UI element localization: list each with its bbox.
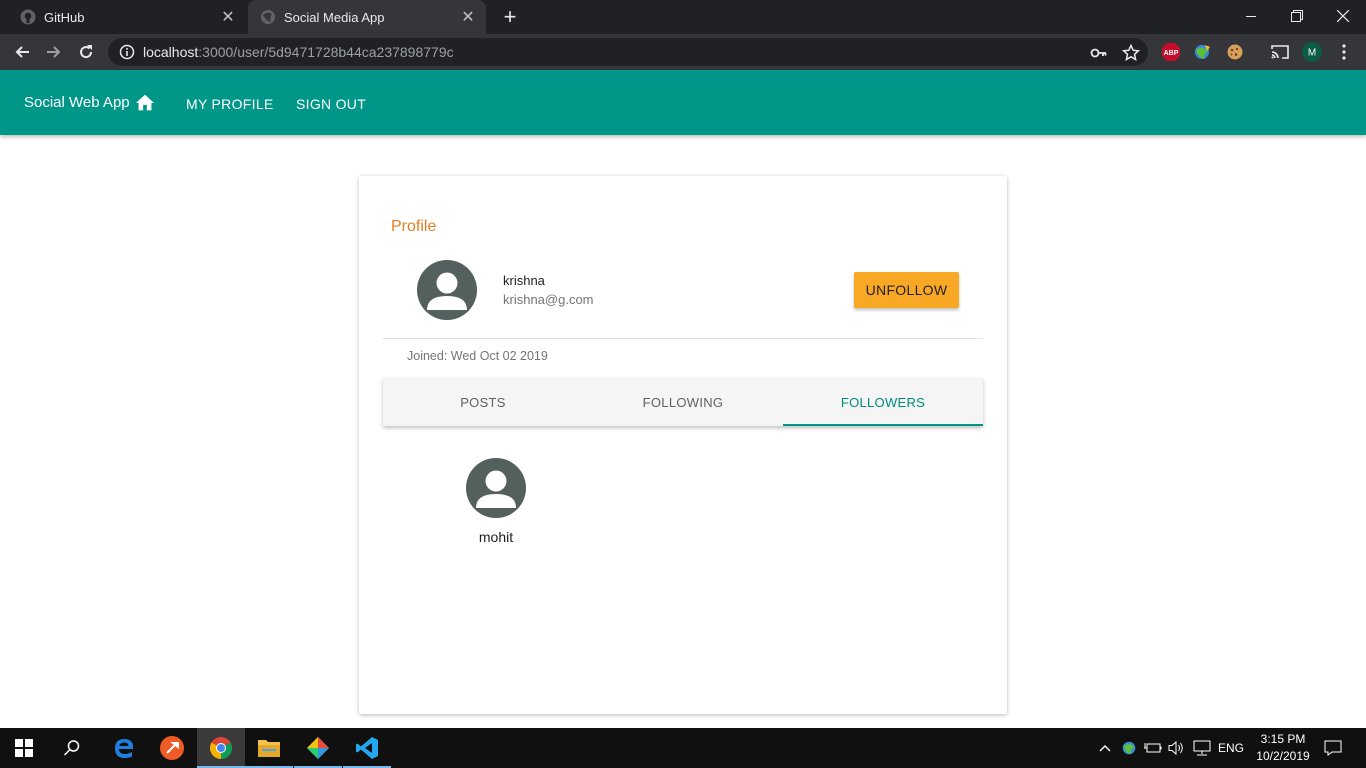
tab-followers[interactable]: FOLLOWERS bbox=[783, 378, 983, 426]
chevron-up-icon[interactable] bbox=[1096, 728, 1114, 768]
adblock-label: ABP bbox=[1164, 50, 1179, 57]
tab-title: GitHub bbox=[44, 9, 85, 25]
file-explorer-button[interactable] bbox=[245, 728, 293, 768]
tab-github[interactable]: GitHub ✕ bbox=[8, 0, 246, 34]
language-indicator[interactable]: ENG bbox=[1216, 728, 1246, 768]
app-bar: Social Web App MY PROFILE SIGN OUT bbox=[0, 70, 1366, 135]
tab-social-media-app[interactable]: Social Media App ✕ bbox=[248, 0, 486, 34]
unfollow-button[interactable]: UNFOLLOW bbox=[854, 272, 959, 308]
address-bar[interactable]: localhost:3000/user/5d9471728b44ca237898… bbox=[108, 38, 1148, 66]
clock-time: 3:15 PM bbox=[1260, 732, 1306, 746]
forward-button[interactable] bbox=[40, 38, 68, 66]
taskbar: ENG 3:15 PM 10/2/2019 bbox=[0, 728, 1366, 768]
globe-icon bbox=[260, 9, 276, 25]
info-icon[interactable] bbox=[119, 44, 135, 60]
restore-button[interactable] bbox=[1274, 0, 1320, 32]
profile-avatar[interactable]: M bbox=[1302, 42, 1322, 62]
start-button[interactable] bbox=[0, 728, 48, 768]
back-button[interactable] bbox=[8, 38, 36, 66]
joined-date: Joined: Wed Oct 02 2019 bbox=[407, 349, 548, 363]
new-tab-button[interactable]: + bbox=[498, 4, 522, 29]
edge-button[interactable] bbox=[100, 728, 148, 768]
close-icon[interactable]: ✕ bbox=[458, 7, 478, 27]
vscode-icon bbox=[356, 737, 378, 759]
user-avatar bbox=[417, 260, 477, 320]
search-icon bbox=[63, 740, 80, 756]
notification-icon[interactable] bbox=[1320, 728, 1346, 768]
key-icon[interactable] bbox=[1088, 42, 1110, 64]
profile-initial: M bbox=[1308, 48, 1316, 59]
close-icon[interactable]: ✕ bbox=[218, 7, 238, 27]
tray-globe-icon[interactable] bbox=[1118, 728, 1140, 768]
follower-avatar[interactable] bbox=[466, 458, 526, 518]
postman-icon bbox=[160, 736, 184, 760]
profile-card: Profile krishna krishna@g.com UNFOLLOW J… bbox=[359, 176, 1007, 714]
url-text: localhost:3000/user/5d9471728b44ca237898… bbox=[143, 44, 454, 60]
search-button[interactable] bbox=[48, 728, 96, 768]
url-host: localhost bbox=[143, 44, 199, 60]
sign-out-link[interactable]: SIGN OUT bbox=[296, 96, 366, 112]
extension-globe-icon[interactable] bbox=[1192, 42, 1212, 62]
vscode-button[interactable] bbox=[343, 728, 391, 768]
bookmark-star-icon[interactable] bbox=[1120, 42, 1142, 64]
tab-posts[interactable]: POSTS bbox=[383, 378, 583, 426]
chrome-icon bbox=[210, 737, 232, 759]
profile-heading: Profile bbox=[391, 218, 437, 235]
close-window-button[interactable] bbox=[1320, 0, 1366, 32]
user-name: krishna bbox=[503, 273, 545, 288]
folder-icon bbox=[258, 740, 280, 757]
profile-tabs: POSTS FOLLOWING FOLLOWERS bbox=[383, 378, 983, 426]
github-icon bbox=[20, 9, 36, 25]
chrome-button[interactable] bbox=[197, 728, 245, 768]
my-profile-link[interactable]: MY PROFILE bbox=[186, 96, 274, 112]
minimize-button[interactable] bbox=[1228, 0, 1274, 32]
edge-icon bbox=[115, 739, 133, 758]
windows-icon bbox=[15, 739, 33, 757]
cast-icon[interactable] bbox=[1270, 42, 1290, 62]
browser-tab-strip: GitHub ✕ Social Media App ✕ + bbox=[0, 0, 1366, 34]
battery-icon[interactable] bbox=[1142, 728, 1164, 768]
postman-button[interactable] bbox=[148, 728, 196, 768]
adblock-icon[interactable]: ABP bbox=[1161, 42, 1181, 62]
app-title: Social Web App bbox=[24, 94, 130, 111]
home-icon bbox=[135, 94, 155, 111]
user-email: krishna@g.com bbox=[503, 292, 594, 307]
tab-following[interactable]: FOLLOWING bbox=[583, 378, 783, 426]
tab-title: Social Media App bbox=[284, 9, 385, 25]
url-path: :3000/user/5d9471728b44ca237898779c bbox=[198, 44, 454, 60]
reload-button[interactable] bbox=[72, 38, 100, 66]
clock-date: 10/2/2019 bbox=[1256, 749, 1310, 763]
home-button[interactable] bbox=[132, 90, 158, 116]
person-icon bbox=[476, 470, 516, 508]
active-tab-indicator bbox=[783, 424, 983, 426]
divider bbox=[383, 338, 983, 339]
gitkraken-button[interactable] bbox=[294, 728, 342, 768]
person-icon bbox=[427, 272, 467, 310]
clock[interactable]: 3:15 PM 10/2/2019 bbox=[1250, 731, 1316, 765]
cookie-icon[interactable] bbox=[1225, 42, 1245, 62]
volume-icon[interactable] bbox=[1165, 728, 1187, 768]
network-icon[interactable] bbox=[1190, 728, 1214, 768]
follower-name[interactable]: mohit bbox=[466, 529, 526, 545]
git-icon bbox=[306, 736, 330, 760]
kebab-menu-icon[interactable] bbox=[1334, 42, 1354, 62]
